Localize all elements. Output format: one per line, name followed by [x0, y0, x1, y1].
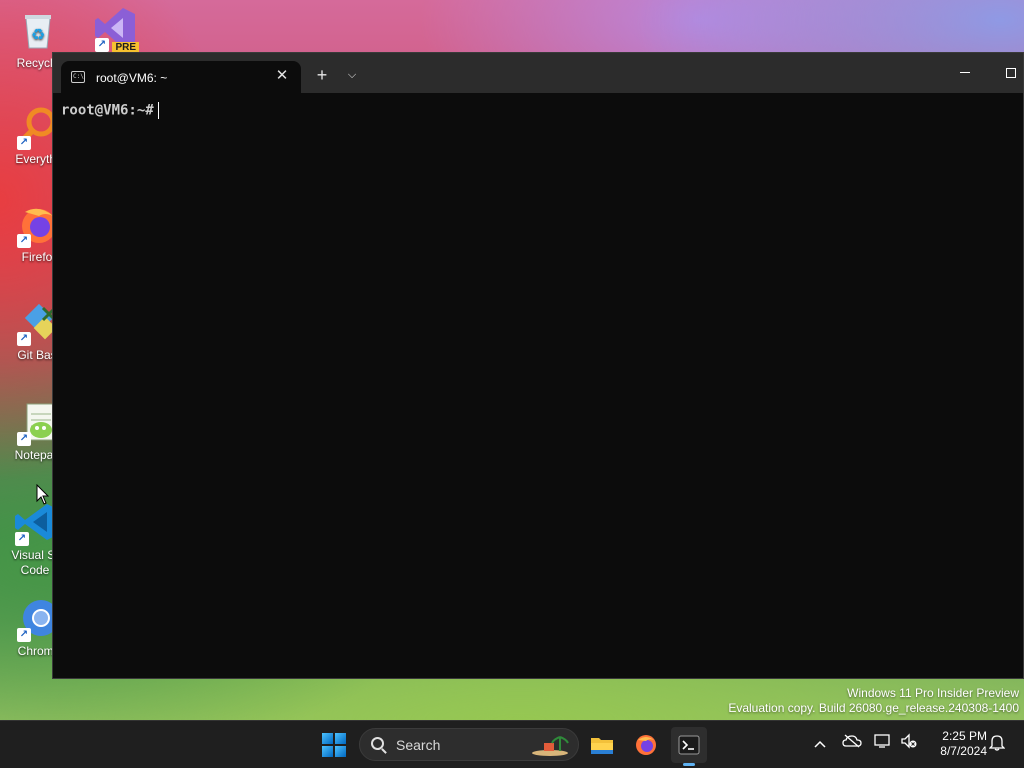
shortcut-arrow-icon: ↗	[17, 234, 31, 248]
shortcut-arrow-icon: ↗	[17, 628, 31, 642]
active-app-indicator	[683, 763, 695, 766]
windows-logo-icon	[322, 733, 346, 757]
svg-text:♻: ♻	[31, 27, 45, 44]
firefox-taskbar-button[interactable]	[628, 727, 664, 763]
vscode-icon: ↗	[13, 500, 57, 546]
text-cursor	[157, 102, 159, 119]
maximize-icon	[1006, 67, 1016, 78]
mouse-pointer-icon	[36, 484, 50, 505]
file-explorer-button[interactable]	[584, 727, 620, 763]
search-placeholder: Search	[396, 737, 441, 753]
terminal-icon	[678, 735, 700, 755]
terminal-content[interactable]: root@VM6:~#	[53, 93, 1023, 678]
onedrive-offline-icon[interactable]	[841, 733, 863, 755]
network-icon[interactable]	[872, 733, 894, 755]
minimize-button[interactable]	[945, 59, 985, 87]
taskbar: Search 2:25 PM 8/7/2024	[0, 720, 1024, 768]
show-hidden-icons-button[interactable]	[809, 733, 831, 755]
shell-prompt: root@VM6:~#	[61, 102, 154, 119]
search-highlight-icon	[532, 736, 569, 756]
shortcut-arrow-icon: ↗	[95, 38, 109, 52]
windows-watermark: Windows 11 Pro Insider Preview Evaluatio…	[728, 686, 1019, 716]
terminal-window[interactable]: C:\ root@VM6: ~ ✕ + ⌵ root@VM6:~#	[52, 52, 1024, 679]
chevron-up-icon	[814, 740, 826, 748]
close-tab-icon[interactable]: ✕	[273, 67, 291, 85]
watermark-line-1: Windows 11 Pro Insider Preview	[847, 686, 1019, 700]
title-bar[interactable]: C:\ root@VM6: ~ ✕ + ⌵	[53, 53, 1023, 93]
shortcut-arrow-icon: ↗	[17, 332, 31, 346]
chevron-down-icon[interactable]: ⌵	[342, 65, 362, 85]
bell-icon	[988, 735, 1006, 751]
terminal-taskbar-button[interactable]	[671, 727, 707, 766]
shortcut-arrow-icon: ↗	[17, 136, 31, 150]
volume-muted-icon[interactable]	[898, 733, 920, 755]
maximize-button[interactable]	[991, 59, 1024, 87]
new-tab-button[interactable]: +	[312, 65, 332, 85]
desktop-icon-vs-preview[interactable]: ↗ PRE	[80, 6, 150, 54]
watermark-line-2: Evaluation copy. Build 26080.ge_release.…	[728, 701, 1019, 715]
tab-root-vm6[interactable]: C:\ root@VM6: ~ ✕	[61, 61, 301, 93]
system-clock[interactable]: 2:25 PM 8/7/2024	[925, 729, 987, 759]
taskbar-search-box[interactable]: Search	[359, 728, 579, 761]
tab-title: root@VM6: ~	[96, 71, 168, 85]
minimize-icon	[960, 72, 970, 74]
search-icon	[371, 737, 384, 750]
file-explorer-icon	[591, 738, 613, 754]
clock-date: 8/7/2024	[940, 744, 987, 758]
recycle-bin-icon: ♻	[16, 8, 60, 52]
terminal-tab-icon: C:\	[71, 71, 85, 83]
shortcut-arrow-icon: ↗	[17, 432, 31, 446]
firefox-icon	[636, 735, 656, 755]
notifications-button[interactable]	[986, 733, 1008, 755]
visual-studio-preview-icon: ↗ PRE	[93, 6, 139, 54]
start-button[interactable]	[316, 727, 352, 763]
shortcut-arrow-icon: ↗	[15, 532, 29, 546]
clock-time: 2:25 PM	[942, 729, 987, 743]
